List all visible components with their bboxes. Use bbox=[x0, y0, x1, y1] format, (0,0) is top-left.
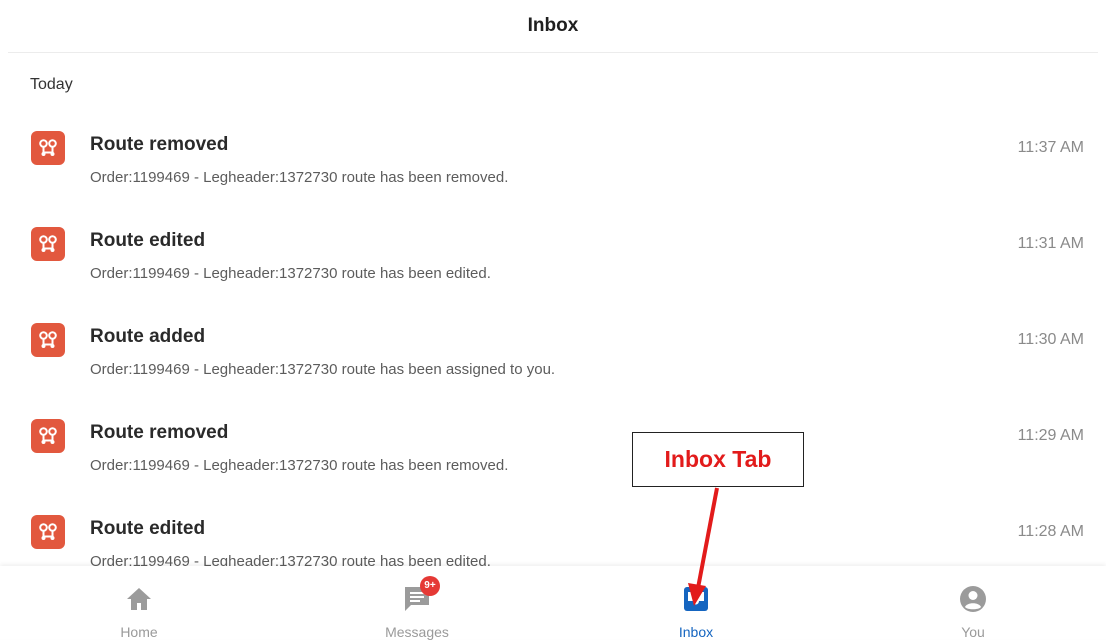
notification-item[interactable]: Route edited Order:1199469 - Legheader:1… bbox=[0, 214, 1106, 310]
tab-inbox-label: Inbox bbox=[678, 624, 714, 640]
home-icon bbox=[122, 582, 156, 616]
inbox-icon bbox=[679, 582, 713, 616]
messages-icon: 9+ bbox=[400, 576, 440, 616]
app-header: Inbox bbox=[8, 0, 1098, 53]
page-title: Inbox bbox=[527, 15, 579, 36]
notification-title: Route added bbox=[90, 326, 206, 347]
annotation-callout: Inbox Tab bbox=[632, 432, 804, 487]
notification-body: Order:1199469 - Legheader:1372730 route … bbox=[90, 457, 509, 474]
notification-title: Route removed bbox=[90, 422, 229, 443]
tab-home[interactable]: Home bbox=[39, 566, 239, 640]
annotation-label: Inbox Tab bbox=[664, 446, 772, 472]
tab-messages-label: Messages bbox=[385, 624, 449, 640]
notification-item[interactable]: Route edited Order:1199469 - Legheader:1… bbox=[0, 502, 1106, 566]
route-icon bbox=[31, 323, 65, 357]
route-icon bbox=[31, 515, 65, 549]
account-icon bbox=[956, 582, 990, 616]
notification-body: Order:1199469 - Legheader:1372730 route … bbox=[90, 361, 556, 378]
notification-body: Order:1199469 - Legheader:1372730 route … bbox=[90, 169, 509, 186]
notification-item[interactable]: Route removed Order:1199469 - Legheader:… bbox=[0, 406, 1106, 502]
notification-time: 11:30 AM bbox=[1017, 331, 1084, 348]
section-label-today: Today bbox=[30, 76, 73, 93]
notification-title: Route edited bbox=[90, 230, 206, 251]
notification-title: Route removed bbox=[90, 134, 229, 155]
route-icon bbox=[31, 419, 65, 453]
tab-home-label: Home bbox=[120, 624, 158, 640]
bottom-tab-bar: Home 9+ Messages Inbox You bbox=[0, 566, 1106, 640]
tab-you-label: You bbox=[961, 624, 985, 640]
tab-messages[interactable]: 9+ Messages bbox=[317, 566, 517, 640]
notification-time: 11:31 AM bbox=[1017, 235, 1084, 252]
route-icon bbox=[31, 227, 65, 261]
notification-list: Route removed Order:1199469 - Legheader:… bbox=[0, 118, 1106, 566]
route-icon bbox=[31, 131, 65, 165]
notification-time: 11:28 AM bbox=[1017, 523, 1084, 540]
notification-time: 11:29 AM bbox=[1017, 427, 1084, 444]
notification-title: Route edited bbox=[90, 518, 206, 539]
notification-time: 11:37 AM bbox=[1017, 139, 1084, 156]
notification-item[interactable]: Route removed Order:1199469 - Legheader:… bbox=[0, 118, 1106, 214]
tab-inbox[interactable]: Inbox bbox=[596, 566, 796, 640]
notification-body: Order:1199469 - Legheader:1372730 route … bbox=[90, 553, 491, 566]
notification-body: Order:1199469 - Legheader:1372730 route … bbox=[90, 265, 491, 282]
unread-badge: 9+ bbox=[420, 576, 440, 596]
notification-item[interactable]: Route added Order:1199469 - Legheader:13… bbox=[0, 310, 1106, 406]
tab-you[interactable]: You bbox=[873, 566, 1073, 640]
